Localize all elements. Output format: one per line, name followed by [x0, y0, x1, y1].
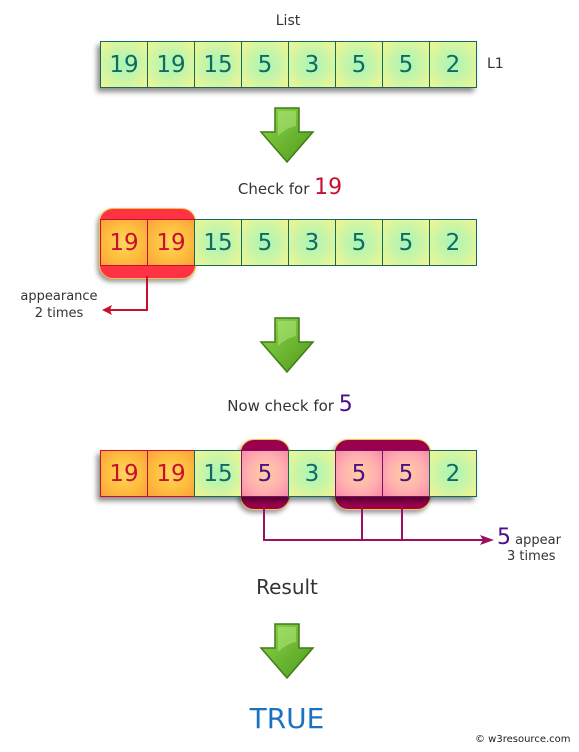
list-cell: 5: [335, 41, 383, 88]
down-arrow-icon: [259, 317, 315, 374]
annotation-line: 2 times: [34, 306, 84, 321]
list-cell: 15: [194, 219, 242, 266]
list-cell: 2: [429, 450, 477, 497]
list-row-check-5: 19 19 15 5 3 5 5 2: [100, 450, 477, 497]
step2-annotation: 5 appear 3 times: [497, 527, 573, 565]
list-cell-checked: 19: [100, 450, 148, 497]
result-label: Result: [256, 575, 318, 599]
list-cell: 5: [241, 41, 289, 88]
list-cell-match: 5: [335, 450, 383, 497]
annotation-line: appear: [511, 533, 561, 548]
list-row-check-19: 19 19 15 5 3 5 5 2: [100, 219, 477, 266]
copyright: © w3resource.com: [475, 734, 571, 745]
list-cell: 3: [288, 41, 336, 88]
result-value: TRUE: [249, 702, 325, 735]
step1-value: 19: [314, 175, 343, 200]
list-cell: 15: [194, 41, 242, 88]
list-cell: 5: [382, 219, 430, 266]
list-cell-match: 5: [382, 450, 430, 497]
step2-text: Now check for: [227, 397, 339, 415]
connector-19: [102, 276, 148, 315]
down-arrow-icon: [259, 107, 315, 164]
list-cell: 15: [194, 450, 242, 497]
list-row-original: 19 19 15 5 3 5 5 2: [100, 41, 477, 88]
list-cell: 5: [241, 219, 289, 266]
list-cell: 2: [429, 219, 477, 266]
list-name-label: L1: [487, 56, 504, 72]
list-title: List: [275, 13, 301, 29]
step2-value: 5: [338, 392, 353, 417]
list-cell-match: 19: [147, 219, 195, 266]
step1-text: Check for: [237, 180, 315, 198]
list-cell: 5: [382, 41, 430, 88]
list-cell: 19: [100, 41, 148, 88]
annotation-line: 3 times: [507, 549, 556, 564]
list-cell: 2: [429, 41, 477, 88]
list-cell: 5: [335, 219, 383, 266]
down-arrow-icon: [259, 623, 315, 680]
list-cell: 19: [147, 41, 195, 88]
list-cell: 3: [288, 450, 336, 497]
list-cell-match: 19: [100, 219, 148, 266]
list-cell: 3: [288, 219, 336, 266]
list-cell-match: 5: [241, 450, 289, 497]
step2-label: Now check for 5: [180, 392, 400, 417]
step1-label: Check for 19: [180, 175, 400, 200]
annotation-value: 5: [497, 525, 511, 550]
list-cell-checked: 19: [147, 450, 195, 497]
annotation-line: appearance: [20, 289, 98, 304]
step1-annotation: appearance 2 times: [14, 288, 104, 322]
connector-5: [263, 507, 494, 545]
